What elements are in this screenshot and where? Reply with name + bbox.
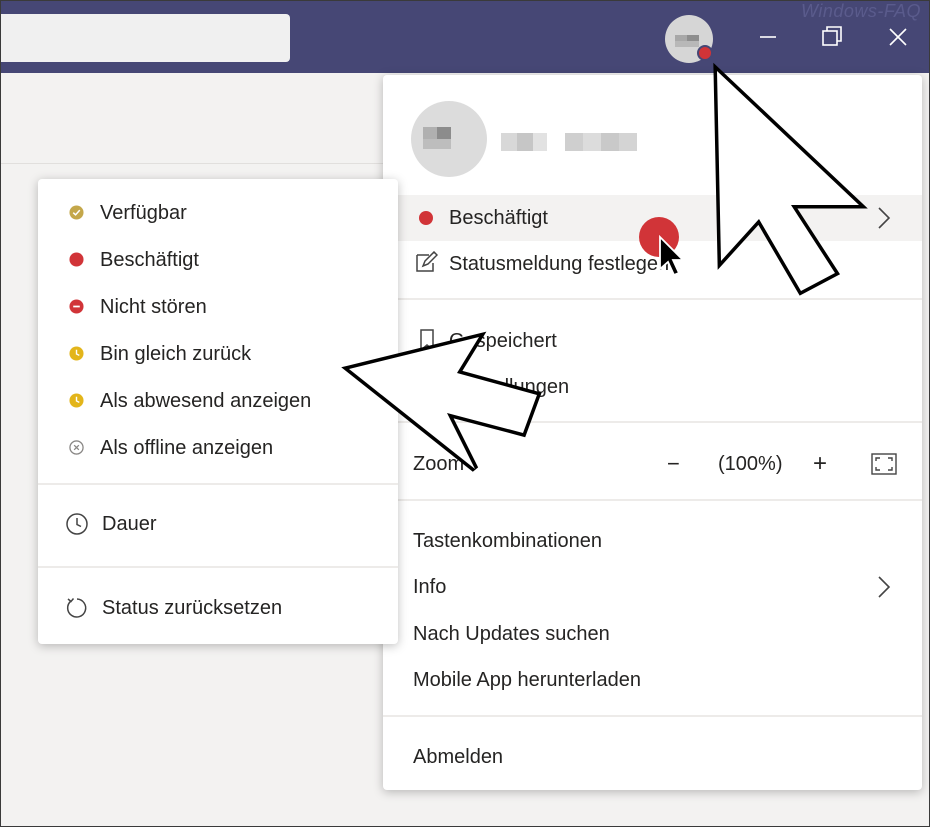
busy-dot-icon xyxy=(69,252,84,267)
separator xyxy=(38,483,398,485)
set-status-message[interactable]: Statusmeldung festlegen xyxy=(383,241,922,287)
status-option-busy[interactable]: Beschäftigt xyxy=(38,240,398,280)
status-option-label: Als offline anzeigen xyxy=(100,436,274,459)
duration-label: Dauer xyxy=(102,512,157,535)
status-option-label: Als abwesend anzeigen xyxy=(100,389,312,412)
bookmark-icon xyxy=(420,329,434,352)
current-status-label: Beschäftigt xyxy=(449,206,548,229)
mobile-app-item[interactable]: Mobile App herunterladen xyxy=(383,657,922,703)
info-label: Info xyxy=(413,575,447,598)
status-option-label: Verfügbar xyxy=(100,201,187,224)
reset-status-item[interactable]: Status zurücksetzen xyxy=(38,588,398,628)
status-option-away[interactable]: Als abwesend anzeigen xyxy=(38,381,398,421)
busy-status-indicator xyxy=(697,45,713,61)
saved-item[interactable]: Gespeichert xyxy=(383,318,922,364)
separator xyxy=(383,421,922,423)
status-selector[interactable]: Beschäftigt xyxy=(383,195,922,241)
status-option-offline[interactable]: Als offline anzeigen xyxy=(38,428,398,468)
chevron-right-icon xyxy=(878,207,891,229)
shortcuts-item[interactable]: Tastenkombinationen xyxy=(383,518,922,564)
content-divider xyxy=(1,163,401,164)
offline-x-icon xyxy=(69,440,84,455)
reset-icon xyxy=(66,598,87,618)
status-option-label: Bin gleich zurück xyxy=(100,342,252,365)
clock-away-icon xyxy=(69,393,84,408)
logout-label: Abmelden xyxy=(413,745,504,768)
mobile-app-label: Mobile App herunterladen xyxy=(413,668,641,691)
zoom-in-button[interactable]: + xyxy=(813,450,827,478)
do-not-disturb-icon xyxy=(69,299,84,314)
clock-icon xyxy=(66,513,88,535)
saved-label: Gespeichert xyxy=(449,329,557,352)
profile-menu: Beschäftigt Statusmeldung festlegen Gesp… xyxy=(383,75,922,790)
status-submenu: Verfügbar Beschäftigt Nicht stören Bin g… xyxy=(38,179,398,644)
status-option-available[interactable]: Verfügbar xyxy=(38,193,398,233)
edit-message-icon xyxy=(416,251,438,272)
logout-item[interactable]: Abmelden xyxy=(383,734,922,780)
close-icon xyxy=(889,28,907,46)
check-updates-label: Nach Updates suchen xyxy=(413,622,610,645)
zoom-label: Zoom xyxy=(413,452,465,475)
search-input[interactable] xyxy=(1,14,290,62)
settings-label: Einstellungen xyxy=(449,375,570,398)
separator xyxy=(38,566,398,568)
profile-avatar xyxy=(411,101,487,177)
busy-dot-icon xyxy=(419,211,433,225)
fullscreen-icon[interactable] xyxy=(871,453,897,475)
separator xyxy=(383,298,922,300)
status-option-label: Beschäftigt xyxy=(100,248,199,271)
zoom-value: (100%) xyxy=(718,452,783,475)
minimize-icon xyxy=(760,36,776,38)
app-window: Windows-FAQ Beschäftigt Statusmeldung fe… xyxy=(0,0,930,827)
duration-item[interactable]: Dauer xyxy=(38,504,398,544)
separator xyxy=(383,499,922,501)
shortcuts-label: Tastenkombinationen xyxy=(413,529,603,552)
status-option-brb[interactable]: Bin gleich zurück xyxy=(38,334,398,374)
status-option-label: Nicht stören xyxy=(100,295,207,318)
zoom-row: Zoom − (100%) + xyxy=(383,441,922,487)
close-button[interactable] xyxy=(878,19,918,55)
chevron-right-icon xyxy=(878,576,891,598)
restore-icon xyxy=(822,26,842,46)
settings-item[interactable]: Einstellungen xyxy=(383,364,922,410)
info-item[interactable]: Info xyxy=(383,564,922,610)
reset-status-label: Status zurücksetzen xyxy=(102,596,283,619)
clock-away-icon xyxy=(69,346,84,361)
available-check-icon xyxy=(69,205,84,220)
minimize-button[interactable] xyxy=(748,19,788,55)
title-bar: Windows-FAQ xyxy=(1,1,929,73)
status-option-dnd[interactable]: Nicht stören xyxy=(38,287,398,327)
zoom-out-button[interactable]: − xyxy=(667,451,680,477)
check-updates-item[interactable]: Nach Updates suchen xyxy=(383,611,922,657)
separator xyxy=(383,715,922,717)
profile-name-blurred xyxy=(501,131,637,153)
restore-button[interactable] xyxy=(812,19,852,55)
set-status-message-label: Statusmeldung festlegen xyxy=(449,252,670,275)
